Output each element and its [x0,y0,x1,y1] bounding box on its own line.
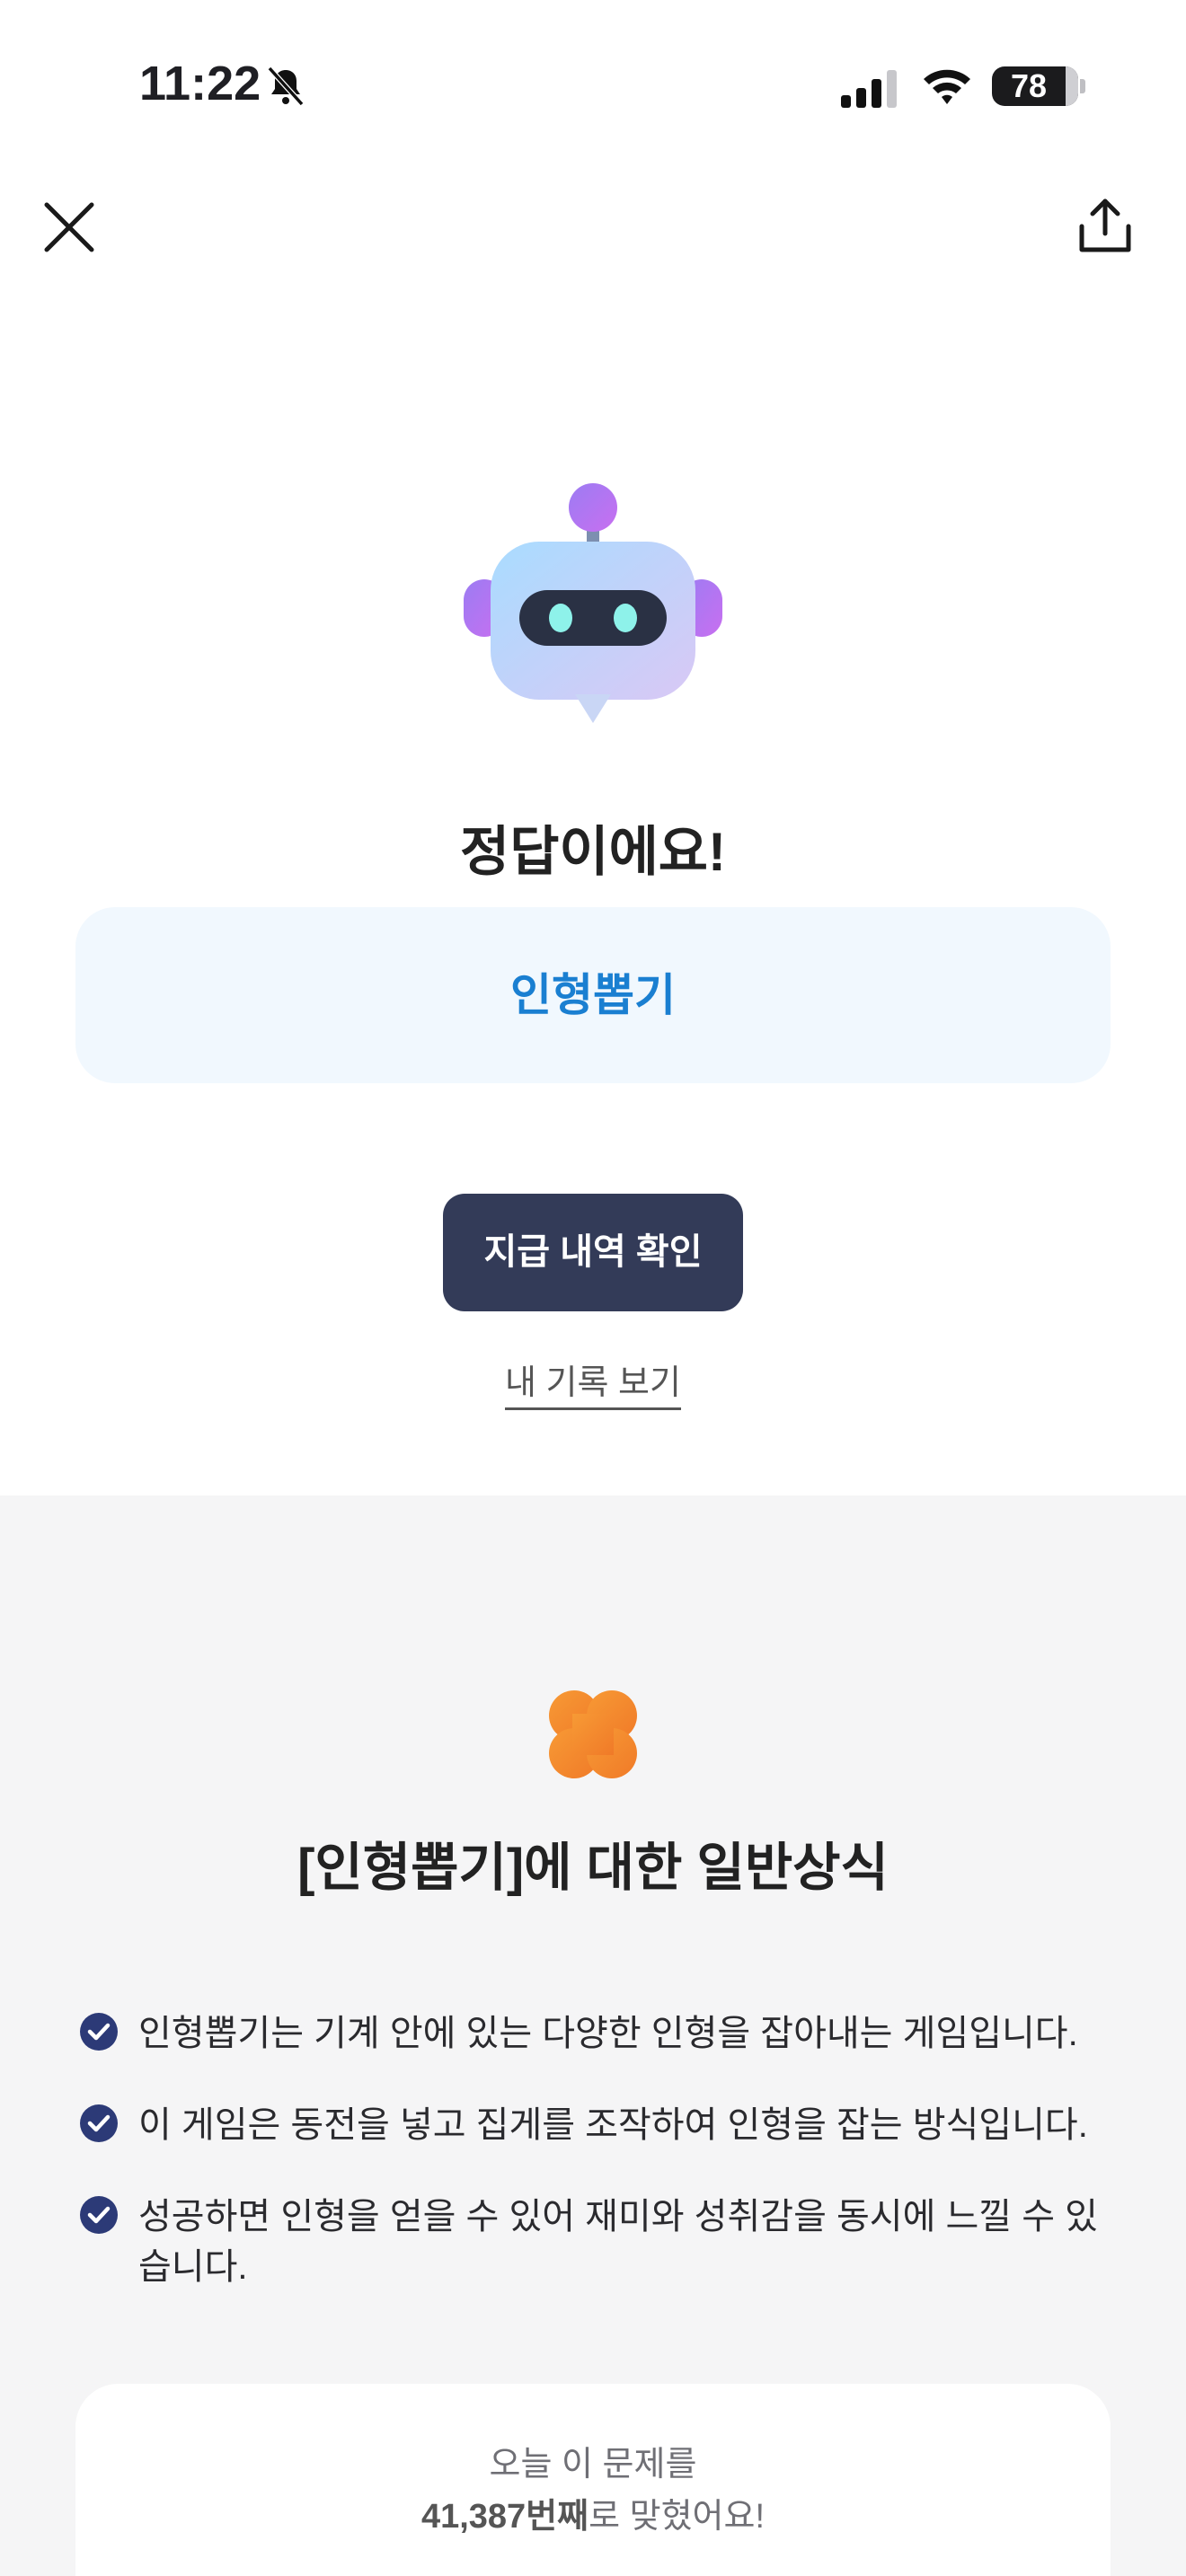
fact-text: 성공하면 인형을 얻을 수 있어 재미와 성취감을 동시에 느낄 수 있 습니다… [138,2192,1172,2292]
result-title: 정답이에요! [460,822,726,882]
solve-count: 41,387번째 [420,2498,589,2536]
records-link-wrap: 내 기록 보기 [0,1354,1186,1410]
stats-card: 오늘 이 문제를 41,387번째로 맞혔어요! [75,2384,1111,2576]
answer-text: 인형뽑기 [510,970,676,1020]
close-icon[interactable] [40,198,99,257]
fact-text-line: 성공하면 인형을 얻을 수 있어 재미와 성취감을 동시에 느낄 수 있 [138,2197,1098,2236]
battery-level: 78 [1010,67,1048,104]
status-bar: 11:22 78 [0,0,1186,171]
check-circle-icon [80,2196,118,2234]
share-icon[interactable] [1076,196,1134,255]
bell-muted-icon [267,66,305,107]
view-records-link[interactable]: 내 기록 보기 [505,1364,681,1410]
clover-icon [549,1690,637,1778]
stats-suffix: 로 맞혔어요! [589,2498,766,2536]
robot-mascot-icon [464,483,722,723]
wifi-icon [924,69,970,104]
battery-indicator: 78 [992,66,1078,106]
check-payout-button[interactable]: 지급 내역 확인 [443,1194,743,1311]
fact-text: 인형뽑기는 기계 안에 있는 다양한 인형을 잡아내는 게임입니다. [138,2014,1078,2053]
signal-icon [841,70,897,108]
check-circle-icon [80,2104,118,2142]
check-circle-icon [80,2013,118,2051]
status-time: 11:22 [139,57,261,110]
stats-line: 41,387번째로 맞혔어요! [75,2488,1111,2537]
answer-card: 인형뽑기 [75,907,1111,1083]
trivia-title: [인형뽑기]에 대한 일반상식 [297,1839,889,1897]
fact-text-line: 습니다. [138,2247,248,2287]
fact-text: 이 게임은 동전을 넣고 집게를 조작하여 인형을 잡는 방식입니다. [138,2105,1088,2145]
stats-line: 오늘 이 문제를 [489,2446,697,2483]
